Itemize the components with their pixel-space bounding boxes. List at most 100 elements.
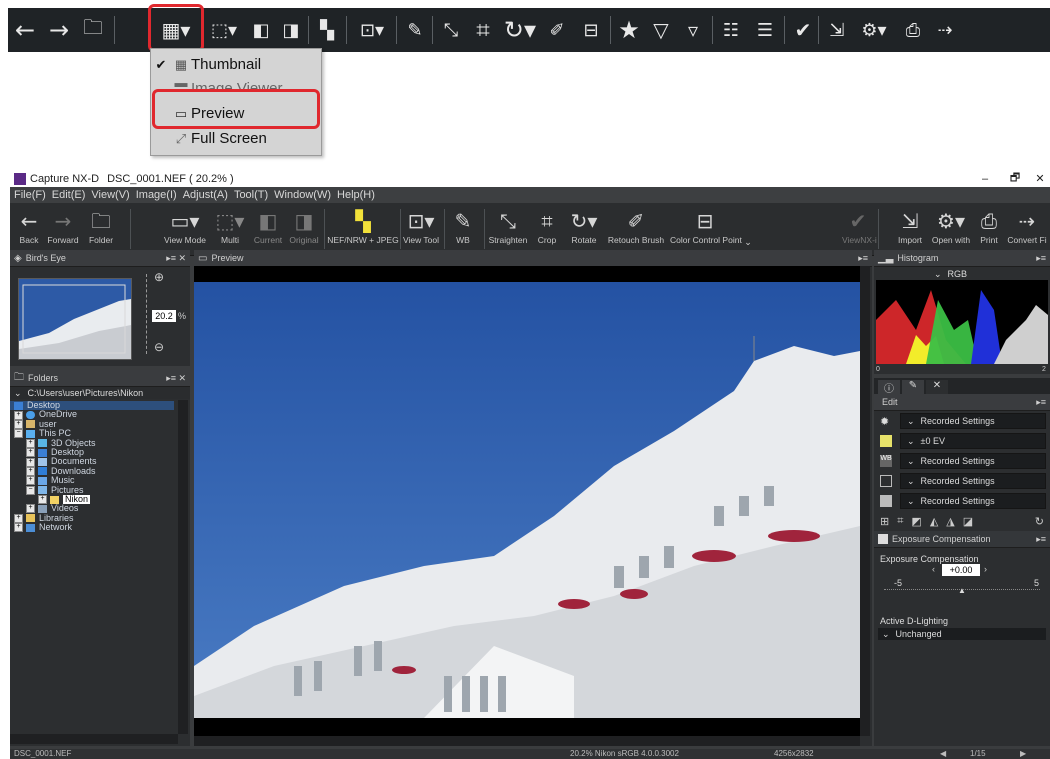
tree-item-videos[interactable]: + Videos bbox=[10, 503, 190, 514]
straighten-button[interactable]: ⤡ Straighten bbox=[486, 207, 530, 245]
menu-adjust[interactable]: Adjust(A) bbox=[183, 189, 228, 201]
folder-icon[interactable]: 🗀 bbox=[80, 8, 106, 52]
menu-window[interactable]: Window(W) bbox=[274, 189, 331, 201]
view-tool-button[interactable]: ⊡▾ View Tool bbox=[400, 207, 442, 245]
tree-item-libraries[interactable]: + Libraries bbox=[10, 513, 190, 523]
wb-button[interactable]: ✎ WB bbox=[448, 207, 478, 245]
import-button[interactable]: ⇲ Import bbox=[894, 207, 926, 245]
tree-item-this-pc[interactable]: − This PC bbox=[10, 428, 190, 439]
metadata-clear-icon[interactable]: ☰ bbox=[752, 8, 778, 52]
current-icon[interactable]: ◧ bbox=[248, 8, 274, 52]
open-with-button[interactable]: ⚙▾ Open with bbox=[928, 207, 974, 245]
filter-icon[interactable]: ▽ bbox=[648, 8, 674, 52]
camera-settings-row[interactable]: ✹ ⌄ Recorded Settings bbox=[874, 411, 1050, 431]
expand-icon[interactable]: + bbox=[14, 513, 23, 523]
folders-scrollbar[interactable] bbox=[178, 400, 188, 734]
back-button[interactable]: ← Back bbox=[14, 207, 44, 245]
zoom-out-icon[interactable]: ⊖ bbox=[154, 340, 164, 354]
nef-jpeg-button[interactable]: ▚ NEF/NRW + JPEG bbox=[326, 207, 400, 245]
import-icon[interactable]: ⇲ bbox=[824, 8, 850, 52]
expand-icon[interactable]: + bbox=[38, 495, 47, 505]
zoom-value-field[interactable]: 20.2 bbox=[152, 310, 176, 322]
retouch-brush-button[interactable]: ✐ Retouch Brush bbox=[604, 207, 668, 245]
levels-icon[interactable]: ◭ bbox=[930, 515, 938, 528]
prev-image-icon[interactable]: ◀ bbox=[940, 749, 946, 758]
view-mode-button[interactable]: ▭▾ View Mode bbox=[160, 207, 210, 245]
restore-button[interactable]: 🗗 bbox=[1000, 169, 1030, 188]
image-viewport[interactable] bbox=[194, 266, 860, 736]
print-icon[interactable]: ⎙ bbox=[900, 8, 926, 52]
tree-item-desktop[interactable]: + Desktop bbox=[10, 447, 190, 458]
menu-image[interactable]: Image(I) bbox=[136, 189, 177, 201]
crop-frame-icon[interactable]: ⌗ bbox=[897, 515, 903, 528]
forward-arrow-icon[interactable]: → bbox=[46, 8, 72, 52]
birds-eye-thumbnail[interactable] bbox=[18, 278, 132, 360]
metadata-import-icon[interactable]: ☷ bbox=[718, 8, 744, 52]
picture-control-row[interactable]: ⌄ Recorded Settings bbox=[874, 471, 1050, 491]
exposure-slider-thumb[interactable]: ▲ bbox=[958, 586, 966, 595]
retouch-brush-icon[interactable]: ✐ bbox=[544, 8, 570, 52]
tree-item-documents[interactable]: + Documents bbox=[10, 456, 190, 467]
exposure-row[interactable]: ⌄ ±0 EV bbox=[874, 431, 1050, 451]
preview-hscrollbar[interactable] bbox=[194, 736, 860, 746]
next-image-icon[interactable]: ▶ bbox=[1020, 749, 1026, 758]
viewnx-icon[interactable]: ✔ bbox=[790, 8, 816, 52]
crop-icon[interactable]: ⌗ bbox=[470, 8, 496, 52]
expand-icon[interactable]: + bbox=[26, 504, 35, 514]
menu-item-full-screen[interactable]: ⤢ Full Screen bbox=[151, 126, 319, 151]
minimize-button[interactable]: – bbox=[970, 173, 1000, 185]
contrast-icon[interactable]: ◩ bbox=[911, 515, 921, 528]
folders-hscrollbar[interactable] bbox=[10, 734, 178, 744]
close-button[interactable]: ✕ bbox=[1030, 172, 1050, 185]
toolbar-more-button[interactable]: ⌄ bbox=[742, 237, 754, 248]
collapse-icon[interactable]: − bbox=[26, 485, 35, 495]
panel-options-icon[interactable]: ▸≡ ✕ bbox=[166, 373, 186, 384]
open-with-app-icon[interactable]: ⚙▾ bbox=[854, 8, 894, 52]
expand-icon[interactable]: + bbox=[14, 523, 23, 533]
expand-icon[interactable]: + bbox=[14, 410, 23, 420]
tree-item-pictures[interactable]: − Pictures bbox=[10, 485, 190, 495]
curve-icon[interactable]: ◪ bbox=[963, 515, 973, 528]
preview-vscrollbar[interactable] bbox=[860, 266, 870, 736]
tree-item-onedrive[interactable]: + OneDrive bbox=[10, 409, 190, 420]
back-arrow-icon[interactable]: ← bbox=[12, 8, 38, 52]
lens-row[interactable]: ⌄ Recorded Settings bbox=[874, 491, 1050, 511]
star-icon[interactable]: ★ bbox=[616, 8, 642, 52]
white-balance-row[interactable]: WB ⌄ Recorded Settings bbox=[874, 451, 1050, 471]
tree-item-nikon[interactable]: + Nikon bbox=[10, 494, 190, 505]
rotate-icon[interactable]: ↻▾ bbox=[502, 8, 538, 52]
tone-icon[interactable]: ◮ bbox=[946, 515, 954, 528]
color-control-point-button[interactable]: ⊟ Color Control Point bbox=[670, 207, 742, 245]
current-button[interactable]: ◧ Current bbox=[250, 207, 286, 245]
crop-button[interactable]: ⌗ Crop bbox=[534, 207, 560, 245]
tree-item-music[interactable]: + Music bbox=[10, 475, 190, 486]
multi-button[interactable]: ⬚▾ Multi bbox=[212, 207, 248, 245]
folder-path[interactable]: ⌄ C:\Users\user\Pictures\Nikon bbox=[10, 387, 190, 399]
adl-select[interactable]: ⌄ Unchanged bbox=[878, 628, 1046, 640]
folder-button[interactable]: 🗀 Folder bbox=[84, 207, 118, 245]
view-tool-icon[interactable]: ⊡▾ bbox=[352, 8, 392, 52]
zoom-in-icon[interactable]: ⊕ bbox=[154, 270, 164, 284]
tree-item-network[interactable]: + Network bbox=[10, 522, 190, 533]
exposure-value-field[interactable]: +0.00 bbox=[942, 564, 980, 576]
original-button[interactable]: ◨ Original bbox=[286, 207, 322, 245]
panel-options-icon[interactable]: ▸≡ bbox=[1036, 397, 1046, 408]
filter-clear-icon[interactable]: ▿ bbox=[680, 8, 706, 52]
menu-view[interactable]: View(V) bbox=[91, 189, 129, 201]
multi-view-icon[interactable]: ⬚▾ bbox=[204, 8, 244, 52]
increment-arrow-icon[interactable]: › bbox=[984, 564, 987, 574]
tree-item-3d-objects[interactable]: +3D Objects bbox=[10, 438, 190, 448]
forward-button[interactable]: → Forward bbox=[44, 207, 82, 245]
menu-edit[interactable]: Edit(E) bbox=[52, 189, 86, 201]
panel-options-icon[interactable]: ▸≡ bbox=[1036, 534, 1046, 545]
eyedropper-icon[interactable]: ✎ bbox=[402, 8, 428, 52]
decrement-arrow-icon[interactable]: ‹ bbox=[932, 564, 935, 574]
expand-icon[interactable]: + bbox=[26, 476, 35, 486]
panel-options-icon[interactable]: ▸≡ bbox=[858, 253, 868, 264]
expand-icon[interactable]: + bbox=[26, 457, 35, 467]
menu-tool[interactable]: Tool(T) bbox=[234, 189, 268, 201]
rotate-button[interactable]: ↻▾ Rotate bbox=[566, 207, 602, 245]
menu-item-image-viewer[interactable]: ▬ Image Viewer bbox=[151, 76, 319, 90]
convert-files-icon[interactable]: ⇢ bbox=[932, 8, 958, 52]
print-button[interactable]: ⎙ Print bbox=[976, 207, 1002, 245]
